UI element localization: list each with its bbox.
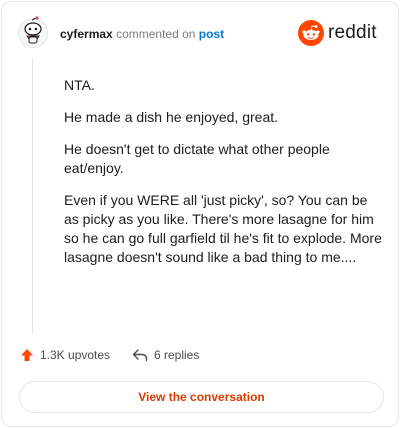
replies-count: 6 replies	[154, 348, 200, 362]
upvotes-count: 1.3K upvotes	[40, 348, 111, 362]
comment-actions: 1.3K upvotes 6 replies	[20, 346, 320, 366]
username[interactable]: cyfermax	[60, 27, 113, 41]
comment-paragraph: He made a dish he enjoyed, great.	[64, 109, 279, 125]
upvote-arrow-icon	[21, 349, 33, 361]
reddit-logo[interactable]: reddit	[298, 20, 382, 46]
reply-arrow-icon	[132, 349, 148, 362]
comment-card: cyfermax commented on post reddit NTA. H…	[1, 1, 399, 427]
post-link[interactable]: post	[199, 27, 224, 41]
reddit-alien-icon	[298, 20, 324, 46]
comment-body: NTA. He made a dish he enjoyed, great. H…	[64, 76, 384, 280]
avatar[interactable]	[18, 16, 48, 50]
thread-line	[32, 58, 33, 334]
reddit-wordmark: reddit	[328, 22, 377, 43]
comment-paragraph: NTA.	[64, 77, 95, 93]
comment-header: cyfermax commented on post reddit	[18, 16, 384, 52]
action-text: commented on	[116, 27, 196, 41]
upvote-button[interactable]: 1.3K upvotes	[20, 348, 110, 362]
view-conversation-button[interactable]: View the conversation	[19, 381, 384, 413]
comment-meta: cyfermax commented on post	[60, 27, 224, 41]
replies-button[interactable]: 6 replies	[132, 348, 199, 362]
comment-paragraph: He doesn't get to dictate what other peo…	[64, 141, 330, 176]
comment-paragraph: Even if you WERE all 'just picky', so? Y…	[64, 192, 382, 265]
